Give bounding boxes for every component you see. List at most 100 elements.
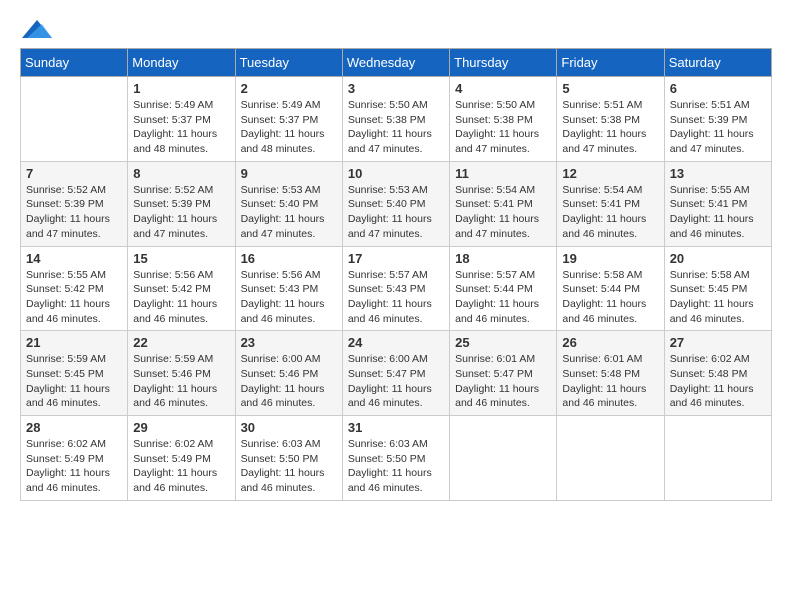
calendar-cell: [557, 416, 664, 501]
day-number: 7: [26, 166, 122, 181]
day-info: Sunrise: 5:52 AMSunset: 5:39 PMDaylight:…: [133, 183, 229, 242]
day-header-thursday: Thursday: [450, 49, 557, 77]
day-number: 14: [26, 251, 122, 266]
day-number: 21: [26, 335, 122, 350]
day-info: Sunrise: 5:52 AMSunset: 5:39 PMDaylight:…: [26, 183, 122, 242]
day-info: Sunrise: 5:49 AMSunset: 5:37 PMDaylight:…: [241, 98, 337, 157]
day-header-sunday: Sunday: [21, 49, 128, 77]
calendar-cell: 6 Sunrise: 5:51 AMSunset: 5:39 PMDaylight…: [664, 77, 771, 162]
calendar-cell: 27 Sunrise: 6:02 AMSunset: 5:48 PMDayligh…: [664, 331, 771, 416]
calendar-cell: 21 Sunrise: 5:59 AMSunset: 5:45 PMDayligh…: [21, 331, 128, 416]
day-number: 17: [348, 251, 444, 266]
day-info: Sunrise: 5:50 AMSunset: 5:38 PMDaylight:…: [348, 98, 444, 157]
calendar-week-2: 7 Sunrise: 5:52 AMSunset: 5:39 PMDaylight…: [21, 161, 772, 246]
logo-icon: [22, 20, 52, 38]
day-info: Sunrise: 5:57 AMSunset: 5:43 PMDaylight:…: [348, 268, 444, 327]
calendar: SundayMondayTuesdayWednesdayThursdayFrid…: [20, 48, 772, 501]
day-header-tuesday: Tuesday: [235, 49, 342, 77]
day-header-monday: Monday: [128, 49, 235, 77]
day-number: 10: [348, 166, 444, 181]
day-number: 5: [562, 81, 658, 96]
calendar-cell: 4 Sunrise: 5:50 AMSunset: 5:38 PMDaylight…: [450, 77, 557, 162]
day-info: Sunrise: 6:02 AMSunset: 5:49 PMDaylight:…: [133, 437, 229, 496]
calendar-header: SundayMondayTuesdayWednesdayThursdayFrid…: [21, 49, 772, 77]
calendar-cell: 20 Sunrise: 5:58 AMSunset: 5:45 PMDayligh…: [664, 246, 771, 331]
day-info: Sunrise: 6:03 AMSunset: 5:50 PMDaylight:…: [241, 437, 337, 496]
day-info: Sunrise: 6:02 AMSunset: 5:48 PMDaylight:…: [670, 352, 766, 411]
day-number: 20: [670, 251, 766, 266]
calendar-cell: 19Sunrise: 5:58 AMSunset: 5:44 PMDayligh…: [557, 246, 664, 331]
day-number: 28: [26, 420, 122, 435]
day-header-row: SundayMondayTuesdayWednesdayThursdayFrid…: [21, 49, 772, 77]
calendar-cell: 11 Sunrise: 5:54 AMSunset: 5:41 PMDayligh…: [450, 161, 557, 246]
day-info: Sunrise: 5:59 AMSunset: 5:45 PMDaylight:…: [26, 352, 122, 411]
calendar-cell: 23Sunrise: 6:00 AMSunset: 5:46 PMDayligh…: [235, 331, 342, 416]
calendar-cell: 12 Sunrise: 5:54 AMSunset: 5:41 PMDayligh…: [557, 161, 664, 246]
calendar-cell: 10 Sunrise: 5:53 AMSunset: 5:40 PMDayligh…: [342, 161, 449, 246]
day-header-wednesday: Wednesday: [342, 49, 449, 77]
day-info: Sunrise: 5:49 AMSunset: 5:37 PMDaylight:…: [133, 98, 229, 157]
day-number: 9: [241, 166, 337, 181]
calendar-week-4: 21 Sunrise: 5:59 AMSunset: 5:45 PMDayligh…: [21, 331, 772, 416]
day-number: 11: [455, 166, 551, 181]
day-info: Sunrise: 6:03 AMSunset: 5:50 PMDaylight:…: [348, 437, 444, 496]
day-info: Sunrise: 5:55 AMSunset: 5:42 PMDaylight:…: [26, 268, 122, 327]
day-number: 2: [241, 81, 337, 96]
calendar-cell: 22Sunrise: 5:59 AMSunset: 5:46 PMDayligh…: [128, 331, 235, 416]
calendar-cell: 1Sunrise: 5:49 AMSunset: 5:37 PMDaylight…: [128, 77, 235, 162]
day-number: 31: [348, 420, 444, 435]
day-info: Sunrise: 5:56 AMSunset: 5:42 PMDaylight:…: [133, 268, 229, 327]
calendar-cell: 31 Sunrise: 6:03 AMSunset: 5:50 PMDayligh…: [342, 416, 449, 501]
calendar-cell: 28 Sunrise: 6:02 AMSunset: 5:49 PMDayligh…: [21, 416, 128, 501]
calendar-cell: [450, 416, 557, 501]
day-info: Sunrise: 5:55 AMSunset: 5:41 PMDaylight:…: [670, 183, 766, 242]
day-number: 19: [562, 251, 658, 266]
day-info: Sunrise: 6:02 AMSunset: 5:49 PMDaylight:…: [26, 437, 122, 496]
calendar-week-1: 1Sunrise: 5:49 AMSunset: 5:37 PMDaylight…: [21, 77, 772, 162]
day-number: 6: [670, 81, 766, 96]
day-number: 22: [133, 335, 229, 350]
day-number: 25: [455, 335, 551, 350]
calendar-cell: 14 Sunrise: 5:55 AMSunset: 5:42 PMDayligh…: [21, 246, 128, 331]
calendar-cell: 7 Sunrise: 5:52 AMSunset: 5:39 PMDaylight…: [21, 161, 128, 246]
calendar-cell: 2 Sunrise: 5:49 AMSunset: 5:37 PMDaylight…: [235, 77, 342, 162]
day-number: 4: [455, 81, 551, 96]
day-info: Sunrise: 5:53 AMSunset: 5:40 PMDaylight:…: [241, 183, 337, 242]
day-info: Sunrise: 5:54 AMSunset: 5:41 PMDaylight:…: [455, 183, 551, 242]
calendar-cell: 26 Sunrise: 6:01 AMSunset: 5:48 PMDayligh…: [557, 331, 664, 416]
day-info: Sunrise: 5:58 AMSunset: 5:45 PMDaylight:…: [670, 268, 766, 327]
day-info: Sunrise: 5:54 AMSunset: 5:41 PMDaylight:…: [562, 183, 658, 242]
calendar-cell: 9 Sunrise: 5:53 AMSunset: 5:40 PMDaylight…: [235, 161, 342, 246]
day-info: Sunrise: 6:01 AMSunset: 5:48 PMDaylight:…: [562, 352, 658, 411]
day-number: 18: [455, 251, 551, 266]
day-info: Sunrise: 5:50 AMSunset: 5:38 PMDaylight:…: [455, 98, 551, 157]
calendar-cell: 17 Sunrise: 5:57 AMSunset: 5:43 PMDayligh…: [342, 246, 449, 331]
day-number: 27: [670, 335, 766, 350]
logo: [20, 20, 52, 38]
calendar-cell: 13 Sunrise: 5:55 AMSunset: 5:41 PMDayligh…: [664, 161, 771, 246]
day-info: Sunrise: 5:53 AMSunset: 5:40 PMDaylight:…: [348, 183, 444, 242]
calendar-cell: [664, 416, 771, 501]
calendar-cell: 16Sunrise: 5:56 AMSunset: 5:43 PMDayligh…: [235, 246, 342, 331]
day-number: 23: [241, 335, 337, 350]
day-number: 15: [133, 251, 229, 266]
day-header-saturday: Saturday: [664, 49, 771, 77]
day-number: 26: [562, 335, 658, 350]
day-info: Sunrise: 6:00 AMSunset: 5:47 PMDaylight:…: [348, 352, 444, 411]
day-number: 30: [241, 420, 337, 435]
day-header-friday: Friday: [557, 49, 664, 77]
day-number: 13: [670, 166, 766, 181]
day-info: Sunrise: 5:51 AMSunset: 5:39 PMDaylight:…: [670, 98, 766, 157]
day-number: 24: [348, 335, 444, 350]
calendar-cell: 24 Sunrise: 6:00 AMSunset: 5:47 PMDayligh…: [342, 331, 449, 416]
calendar-week-5: 28 Sunrise: 6:02 AMSunset: 5:49 PMDayligh…: [21, 416, 772, 501]
calendar-cell: 15 Sunrise: 5:56 AMSunset: 5:42 PMDayligh…: [128, 246, 235, 331]
calendar-week-3: 14 Sunrise: 5:55 AMSunset: 5:42 PMDayligh…: [21, 246, 772, 331]
day-number: 12: [562, 166, 658, 181]
day-info: Sunrise: 5:56 AMSunset: 5:43 PMDaylight:…: [241, 268, 337, 327]
day-number: 3: [348, 81, 444, 96]
calendar-cell: 18Sunrise: 5:57 AMSunset: 5:44 PMDayligh…: [450, 246, 557, 331]
day-number: 29: [133, 420, 229, 435]
day-info: Sunrise: 6:01 AMSunset: 5:47 PMDaylight:…: [455, 352, 551, 411]
calendar-cell: 3 Sunrise: 5:50 AMSunset: 5:38 PMDaylight…: [342, 77, 449, 162]
